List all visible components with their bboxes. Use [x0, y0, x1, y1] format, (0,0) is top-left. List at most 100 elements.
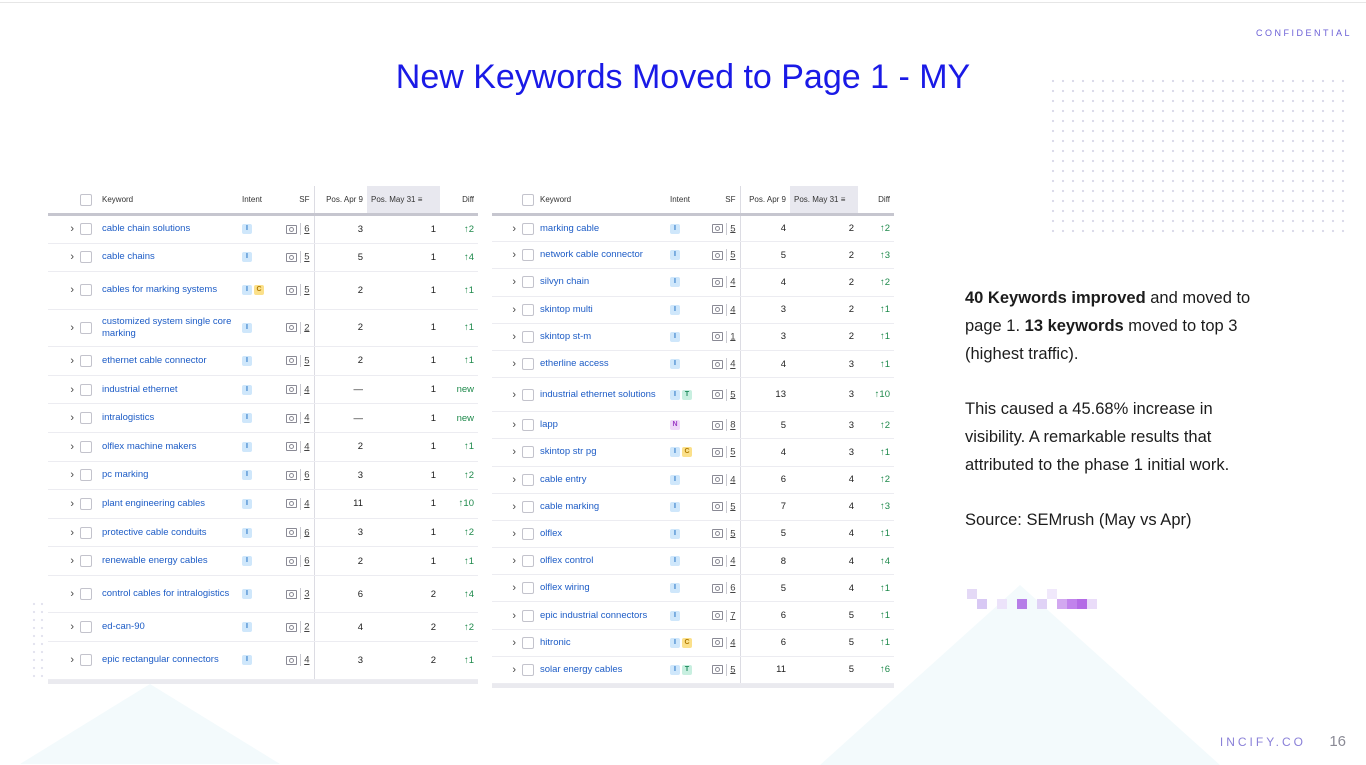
row-checkbox[interactable]: [80, 526, 92, 539]
keyword-link[interactable]: cable chain solutions: [98, 214, 238, 244]
row-checkbox[interactable]: [522, 276, 534, 289]
row-checkbox[interactable]: [522, 663, 534, 676]
row-checkbox[interactable]: [522, 330, 534, 343]
keyword-link[interactable]: epic industrial connectors: [536, 601, 666, 630]
expand-chevron-icon[interactable]: ›: [492, 601, 518, 630]
keyword-link[interactable]: network cable connector: [536, 241, 666, 270]
keyword-link[interactable]: skintop multi: [536, 296, 666, 324]
sf-count[interactable]: 6: [304, 527, 309, 538]
keyword-link[interactable]: olflex wiring: [536, 574, 666, 603]
col-sf[interactable]: SF: [700, 186, 740, 216]
expand-chevron-icon[interactable]: ›: [48, 461, 76, 491]
sf-count[interactable]: 5: [304, 285, 309, 296]
keyword-link[interactable]: renewable energy cables: [98, 546, 238, 576]
row-checkbox[interactable]: [80, 497, 92, 510]
keyword-link[interactable]: olflex: [536, 520, 666, 549]
expand-chevron-icon[interactable]: ›: [48, 546, 76, 576]
col-intent[interactable]: Intent: [666, 186, 700, 216]
keyword-link[interactable]: olflex machine makers: [98, 432, 238, 462]
row-checkbox[interactable]: [80, 354, 92, 367]
horizontal-scrollbar[interactable]: [492, 684, 894, 688]
col-pos-may[interactable]: Pos. May 31 ≡: [790, 186, 858, 216]
row-checkbox[interactable]: [80, 440, 92, 453]
sf-count[interactable]: 2: [304, 622, 309, 633]
sf-count[interactable]: 5: [730, 389, 735, 400]
expand-chevron-icon[interactable]: ›: [48, 375, 76, 405]
row-checkbox[interactable]: [80, 284, 92, 297]
expand-chevron-icon[interactable]: ›: [492, 629, 518, 657]
keyword-link[interactable]: ed-can-90: [98, 612, 238, 643]
row-checkbox[interactable]: [522, 473, 534, 486]
expand-chevron-icon[interactable]: ›: [492, 438, 518, 467]
col-keyword[interactable]: Keyword: [536, 186, 666, 216]
expand-chevron-icon[interactable]: ›: [48, 575, 76, 614]
expand-chevron-icon[interactable]: ›: [492, 547, 518, 576]
expand-chevron-icon[interactable]: ›: [492, 466, 518, 494]
sf-count[interactable]: 1: [730, 331, 735, 342]
expand-chevron-icon[interactable]: ›: [48, 403, 76, 433]
sf-count[interactable]: 4: [304, 441, 309, 452]
row-checkbox[interactable]: [80, 588, 92, 601]
keyword-link[interactable]: intralogistics: [98, 403, 238, 433]
keyword-link[interactable]: etherline access: [536, 350, 666, 379]
expand-chevron-icon[interactable]: ›: [492, 350, 518, 379]
sf-count[interactable]: 4: [304, 384, 309, 395]
col-diff[interactable]: Diff: [858, 186, 894, 216]
keyword-link[interactable]: olflex control: [536, 547, 666, 576]
keyword-link[interactable]: ethernet cable connector: [98, 346, 238, 376]
keyword-link[interactable]: epic rectangular connectors: [98, 641, 238, 680]
row-checkbox[interactable]: [80, 469, 92, 482]
sf-count[interactable]: 4: [730, 556, 735, 567]
row-checkbox[interactable]: [80, 321, 92, 334]
sf-count[interactable]: 5: [304, 356, 309, 367]
horizontal-scrollbar[interactable]: [48, 679, 478, 684]
expand-chevron-icon[interactable]: ›: [492, 411, 518, 440]
keyword-link[interactable]: protective cable conduits: [98, 518, 238, 548]
row-checkbox[interactable]: [522, 388, 534, 401]
row-checkbox[interactable]: [522, 609, 534, 622]
sf-count[interactable]: 5: [730, 501, 735, 512]
row-checkbox[interactable]: [80, 223, 92, 236]
keyword-link[interactable]: control cables for intralogistics: [98, 575, 238, 614]
keyword-link[interactable]: hitronic: [536, 629, 666, 657]
row-checkbox[interactable]: [522, 582, 534, 595]
sf-count[interactable]: 4: [304, 498, 309, 509]
col-intent[interactable]: Intent: [238, 186, 274, 216]
row-checkbox[interactable]: [80, 621, 92, 634]
keyword-link[interactable]: pc marking: [98, 461, 238, 491]
sf-count[interactable]: 8: [730, 420, 735, 431]
expand-chevron-icon[interactable]: ›: [492, 323, 518, 351]
row-checkbox[interactable]: [522, 555, 534, 568]
expand-chevron-icon[interactable]: ›: [492, 241, 518, 270]
expand-chevron-icon[interactable]: ›: [48, 432, 76, 462]
sf-count[interactable]: 4: [304, 413, 309, 424]
row-checkbox[interactable]: [522, 636, 534, 649]
expand-chevron-icon[interactable]: ›: [48, 271, 76, 310]
keyword-link[interactable]: industrial ethernet: [98, 375, 238, 405]
sf-count[interactable]: 5: [730, 447, 735, 458]
sf-count[interactable]: 4: [730, 474, 735, 485]
expand-chevron-icon[interactable]: ›: [492, 296, 518, 324]
expand-chevron-icon[interactable]: ›: [48, 243, 76, 273]
keyword-link[interactable]: cable entry: [536, 466, 666, 494]
sf-count[interactable]: 5: [730, 664, 735, 675]
expand-chevron-icon[interactable]: ›: [492, 520, 518, 549]
col-pos-may[interactable]: Pos. May 31 ≡: [367, 186, 440, 216]
keyword-link[interactable]: cable chains: [98, 243, 238, 273]
expand-chevron-icon[interactable]: ›: [48, 214, 76, 244]
keyword-link[interactable]: marking cable: [536, 214, 666, 243]
expand-chevron-icon[interactable]: ›: [48, 612, 76, 643]
sf-count[interactable]: 5: [730, 223, 735, 234]
row-checkbox[interactable]: [522, 419, 534, 432]
expand-chevron-icon[interactable]: ›: [492, 377, 518, 413]
row-checkbox[interactable]: [522, 500, 534, 513]
sf-count[interactable]: 6: [304, 224, 309, 235]
sf-count[interactable]: 6: [304, 470, 309, 481]
sf-count[interactable]: 5: [304, 252, 309, 263]
row-checkbox[interactable]: [80, 555, 92, 568]
row-checkbox[interactable]: [522, 446, 534, 459]
keyword-link[interactable]: silvyn chain: [536, 268, 666, 297]
row-checkbox[interactable]: [80, 654, 92, 667]
sf-count[interactable]: 3: [304, 589, 309, 600]
row-checkbox[interactable]: [522, 222, 534, 235]
